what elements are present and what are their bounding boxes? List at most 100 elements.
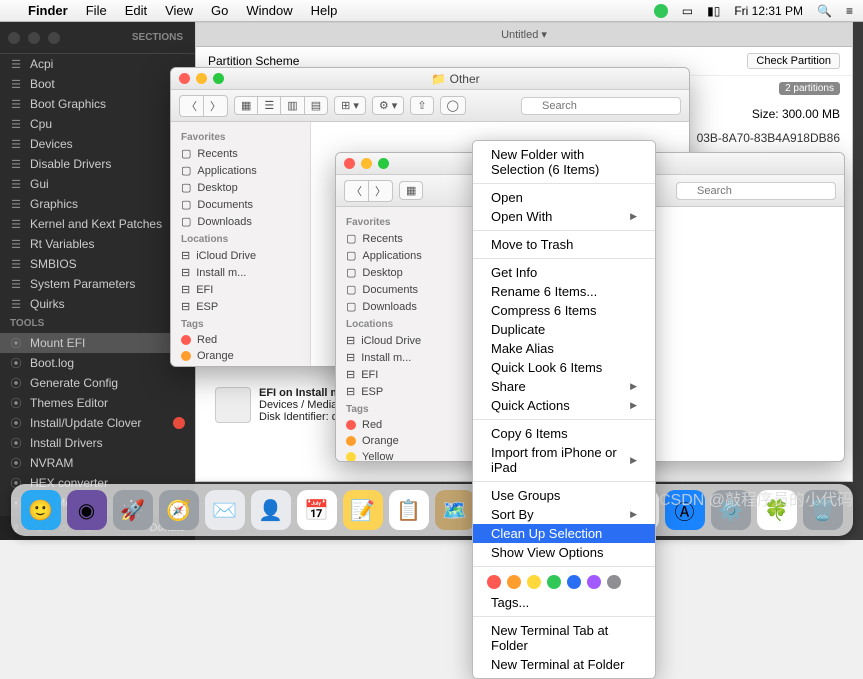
- sidebar-loc[interactable]: ⊟EFI: [171, 281, 310, 298]
- ctx-groups[interactable]: Use Groups: [473, 486, 655, 505]
- tags-button[interactable]: ◯: [440, 96, 466, 115]
- ctx-cleanup[interactable]: Clean Up Selection: [473, 524, 655, 543]
- tool-item[interactable]: ⦿Boot.log: [0, 353, 195, 373]
- status-green-icon[interactable]: [654, 4, 668, 18]
- ctx-open[interactable]: Open: [473, 188, 655, 207]
- section-item[interactable]: ☰SMBIOS: [0, 254, 195, 274]
- section-item[interactable]: ☰Cpu: [0, 114, 195, 134]
- sidebar-fav[interactable]: ▢Desktop: [336, 264, 475, 281]
- tag-color[interactable]: [547, 575, 561, 589]
- window-tab[interactable]: Untitled ▾: [501, 28, 547, 41]
- sidebar-tag[interactable]: Yellow: [171, 364, 310, 367]
- section-item[interactable]: ☰System Parameters: [0, 274, 195, 294]
- ctx-sort[interactable]: Sort By: [473, 505, 655, 524]
- ctx-import[interactable]: Import from iPhone or iPad: [473, 443, 655, 477]
- view-icon-button[interactable]: ▦: [234, 96, 257, 115]
- tool-item[interactable]: ⦿Install/Update Clover: [0, 413, 195, 433]
- sidebar-fav[interactable]: ▢Documents: [171, 196, 310, 213]
- zoom-icon[interactable]: [378, 158, 389, 169]
- search-input[interactable]: [676, 182, 836, 200]
- view-column-button[interactable]: ▥: [280, 96, 303, 115]
- search-input[interactable]: [521, 97, 681, 115]
- section-item[interactable]: ☰Boot: [0, 74, 195, 94]
- sidebar-tag[interactable]: Orange: [336, 433, 475, 449]
- dock-finder[interactable]: 🙂: [21, 490, 61, 530]
- tool-item[interactable]: ⦿NVRAM: [0, 453, 195, 473]
- sidebar-fav[interactable]: ▢Documents: [336, 281, 475, 298]
- close-icon[interactable]: [8, 32, 20, 44]
- tag-color[interactable]: [607, 575, 621, 589]
- sidebar-fav[interactable]: ▢Applications: [171, 162, 310, 179]
- ctx-get-info[interactable]: Get Info: [473, 263, 655, 282]
- action-button[interactable]: ⚙ ▾: [372, 96, 404, 115]
- sidebar-loc[interactable]: ⊟ESP: [336, 383, 475, 400]
- sidebar-fav[interactable]: ▢Recents: [171, 145, 310, 162]
- menu-go[interactable]: Go: [211, 3, 228, 18]
- section-item[interactable]: ☰Gui: [0, 174, 195, 194]
- sidebar-tag[interactable]: Red: [171, 332, 310, 348]
- section-item[interactable]: ☰Acpi: [0, 54, 195, 74]
- ctx-trash[interactable]: Move to Trash: [473, 235, 655, 254]
- ctx-new-folder[interactable]: New Folder with Selection (6 Items): [473, 145, 655, 179]
- dock-reminders[interactable]: 📋: [389, 490, 429, 530]
- sidebar-fav[interactable]: ▢Recents: [336, 230, 475, 247]
- section-item[interactable]: ☰Quirks: [0, 294, 195, 314]
- tool-item[interactable]: ⦿Generate Config: [0, 373, 195, 393]
- tag-color[interactable]: [587, 575, 601, 589]
- view-list-button[interactable]: ☰: [257, 96, 280, 115]
- dock-contacts[interactable]: 👤: [251, 490, 291, 530]
- ctx-tags-label[interactable]: Tags...: [473, 593, 655, 612]
- tool-item[interactable]: ⦿Themes Editor: [0, 393, 195, 413]
- back-button[interactable]: 〈: [344, 180, 368, 202]
- section-item[interactable]: ☰Devices: [0, 134, 195, 154]
- battery-icon[interactable]: ▮▯: [707, 4, 720, 18]
- ctx-open-with[interactable]: Open With: [473, 207, 655, 226]
- ctx-terminal-tab[interactable]: New Terminal Tab at Folder: [473, 621, 655, 655]
- dock-launchpad[interactable]: 🚀: [113, 490, 153, 530]
- menu-help[interactable]: Help: [311, 3, 338, 18]
- minimize-icon[interactable]: [361, 158, 372, 169]
- ctx-rename[interactable]: Rename 6 Items...: [473, 282, 655, 301]
- close-icon[interactable]: [344, 158, 355, 169]
- minimize-icon[interactable]: [28, 32, 40, 44]
- clock[interactable]: Fri 12:31 PM: [734, 4, 803, 18]
- sidebar-fav[interactable]: ▢Desktop: [171, 179, 310, 196]
- ctx-terminal[interactable]: New Terminal at Folder: [473, 655, 655, 674]
- tag-color[interactable]: [527, 575, 541, 589]
- tool-item[interactable]: ⦿Mount EFI: [0, 333, 195, 353]
- ctx-compress[interactable]: Compress 6 Items: [473, 301, 655, 320]
- dock-mail[interactable]: ✉️: [205, 490, 245, 530]
- ctx-quicklook[interactable]: Quick Look 6 Items: [473, 358, 655, 377]
- sidebar-fav[interactable]: ▢Downloads: [171, 213, 310, 230]
- ctx-share[interactable]: Share: [473, 377, 655, 396]
- tool-item[interactable]: ⦿Install Drivers: [0, 433, 195, 453]
- tag-color[interactable]: [507, 575, 521, 589]
- zoom-icon[interactable]: [213, 73, 224, 84]
- sidebar-tag[interactable]: Yellow: [336, 449, 475, 462]
- sidebar-tag[interactable]: Red: [336, 417, 475, 433]
- dock-notes[interactable]: 📝: [343, 490, 383, 530]
- forward-button[interactable]: 〉: [368, 180, 393, 202]
- group-button[interactable]: ⊞ ▾: [334, 96, 366, 115]
- ctx-view-options[interactable]: Show View Options: [473, 543, 655, 562]
- section-item[interactable]: ☰Boot Graphics: [0, 94, 195, 114]
- view-icon-button[interactable]: ▦: [399, 181, 423, 200]
- app-name[interactable]: Finder: [28, 3, 68, 18]
- menu-edit[interactable]: Edit: [125, 3, 147, 18]
- share-button[interactable]: ⇧: [410, 96, 433, 115]
- section-item[interactable]: ☰Kernel and Kext Patches: [0, 214, 195, 234]
- tag-color[interactable]: [487, 575, 501, 589]
- menu-window[interactable]: Window: [246, 3, 292, 18]
- section-item[interactable]: ☰Graphics: [0, 194, 195, 214]
- tag-color[interactable]: [567, 575, 581, 589]
- sidebar-tag[interactable]: Orange: [171, 348, 310, 364]
- ctx-duplicate[interactable]: Duplicate: [473, 320, 655, 339]
- sidebar-fav[interactable]: ▢Applications: [336, 247, 475, 264]
- close-icon[interactable]: [179, 73, 190, 84]
- dock-maps[interactable]: 🗺️: [435, 490, 475, 530]
- check-partition-button[interactable]: Check Partition: [747, 53, 840, 69]
- spotlight-icon[interactable]: 🔍: [817, 4, 832, 18]
- sidebar-loc[interactable]: ⊟EFI: [336, 366, 475, 383]
- siri-icon[interactable]: ≡: [846, 4, 853, 18]
- section-item[interactable]: ☰Rt Variables: [0, 234, 195, 254]
